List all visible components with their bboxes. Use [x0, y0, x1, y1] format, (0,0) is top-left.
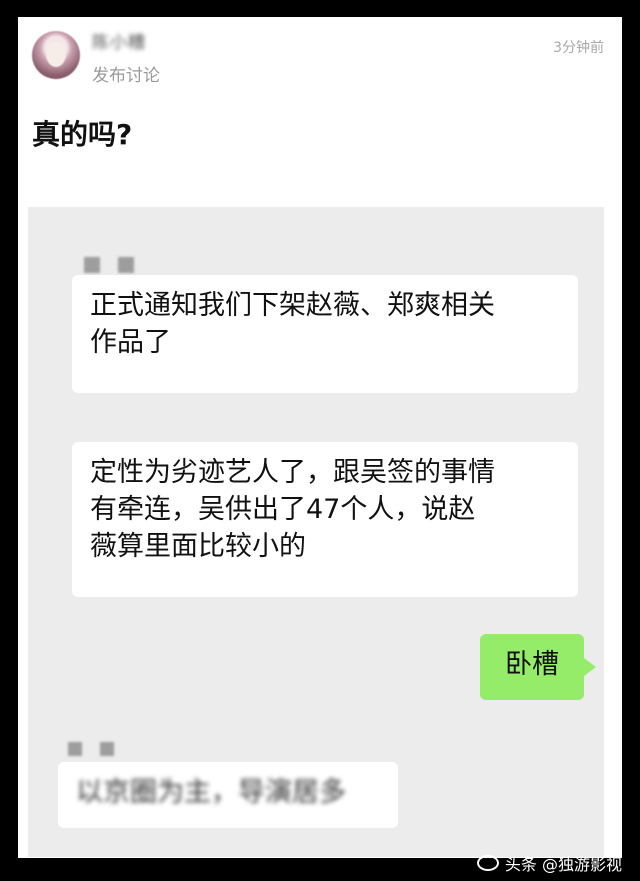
post-card: 陈小糟 发布讨论 3分钟前 真的吗? 正式通知我们下架赵薇、郑爽相关 作品了 定… — [18, 17, 622, 858]
post-title: 真的吗? — [32, 118, 133, 151]
username[interactable]: 陈小糟 — [92, 33, 146, 53]
chat-reply: 卧槽 — [480, 634, 596, 700]
weibo-icon — [476, 855, 499, 871]
watermark: 头条 @独游影视 — [476, 851, 622, 875]
post-time: 3分钟前 — [553, 40, 604, 56]
sender-name-blurred — [84, 257, 134, 273]
watermark-text: 头条 @独游影视 — [504, 855, 622, 874]
chat-message-1: 正式通知我们下架赵薇、郑爽相关 作品了 — [72, 275, 578, 393]
chat-screenshot: 正式通知我们下架赵薇、郑爽相关 作品了 定性为劣迹艺人了，跟吴签的事情 有牵连，… — [28, 207, 604, 857]
chat-message-3: 以京圈为主，导演居多 — [58, 762, 398, 828]
chat-message-3-text: 以京圈为主，导演居多 — [76, 777, 346, 808]
avatar[interactable] — [32, 31, 80, 79]
chat-message-2: 定性为劣迹艺人了，跟吴签的事情 有牵连，吴供出了47个人，说赵 薇算里面比较小的 — [72, 442, 578, 597]
sender-name-blurred-2 — [68, 742, 114, 756]
post-subtitle: 发布讨论 — [92, 66, 160, 86]
avatar-face — [46, 41, 66, 67]
